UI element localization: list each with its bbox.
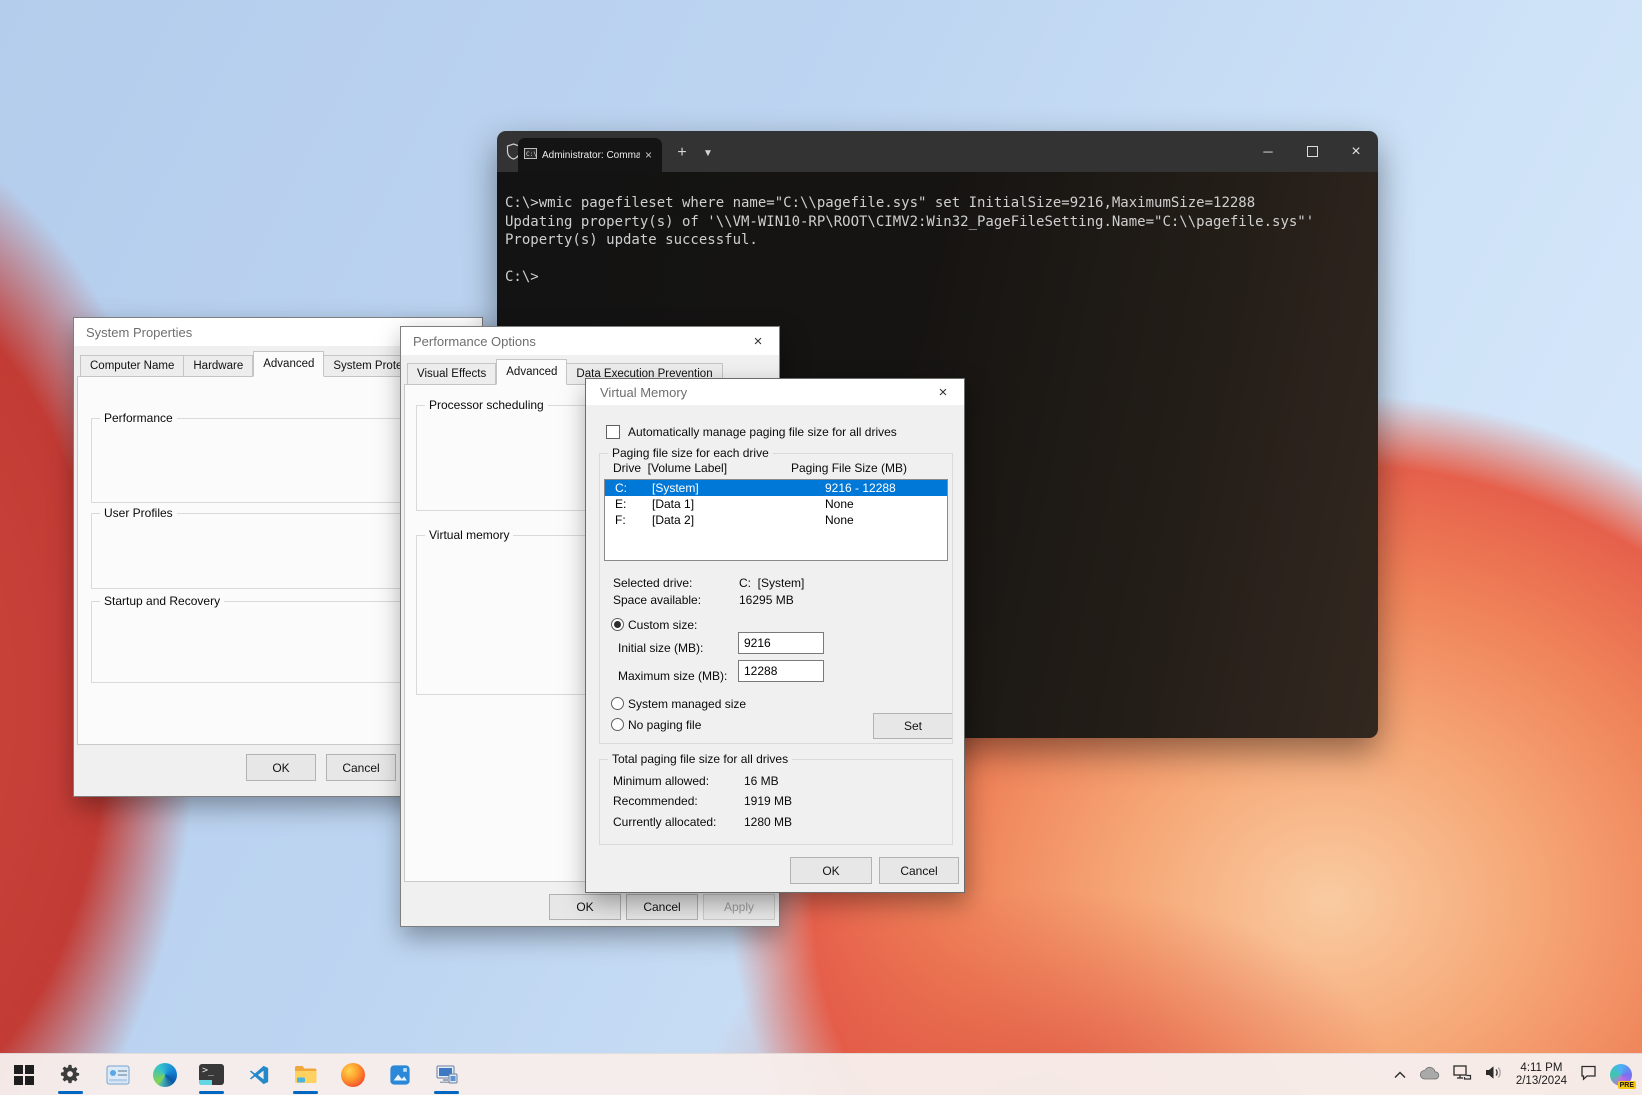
- virtual-memory-ok-button[interactable]: OK: [790, 857, 872, 884]
- virtual-memory-title: Virtual Memory: [600, 385, 687, 400]
- photos-icon: [389, 1064, 411, 1086]
- edge-icon: [153, 1063, 177, 1087]
- processor-scheduling-label: Processor scheduling: [425, 398, 548, 412]
- performance-options-ok-button[interactable]: OK: [549, 894, 621, 920]
- active-indicator: [434, 1091, 459, 1094]
- po-virtual-memory-label: Virtual memory: [425, 528, 513, 542]
- performance-group-label: Performance: [100, 411, 177, 425]
- computer-icon: [435, 1064, 459, 1086]
- svg-text:C:\: C:\: [526, 151, 537, 158]
- performance-options-close-icon[interactable]: ×: [743, 330, 773, 352]
- system-properties-cancel-button[interactable]: Cancel: [326, 754, 396, 781]
- tab-close-icon[interactable]: ×: [645, 149, 652, 161]
- virtual-memory-close-icon[interactable]: ×: [928, 381, 958, 403]
- tray-date: 2/13/2024: [1516, 1075, 1567, 1088]
- paging-file-group: Paging file size for each drive: [599, 453, 953, 744]
- system-tray: 4:11 PM 2/13/2024 PRE: [1394, 1054, 1632, 1095]
- taskbar-app-window[interactable]: [94, 1054, 141, 1095]
- onedrive-cloud-icon[interactable]: [1419, 1066, 1440, 1085]
- terminal-line: Updating property(s) of '\\VM-WIN10-RP\R…: [505, 213, 1378, 232]
- gear-icon: [59, 1063, 82, 1086]
- tab-computer-name[interactable]: Computer Name: [80, 355, 184, 377]
- firefox-icon: [341, 1063, 365, 1087]
- paging-file-group-label: Paging file size for each drive: [608, 446, 773, 460]
- terminal-prompt: C:\>: [505, 268, 1378, 287]
- terminal-tab[interactable]: C:\ Administrator: Command Prompt ×: [518, 138, 662, 172]
- active-indicator: [58, 1091, 83, 1094]
- terminal-line: C:\>wmic pagefileset where name="C:\\pag…: [505, 194, 1378, 213]
- startup-recovery-group-label: Startup and Recovery: [100, 594, 224, 608]
- tab-advanced[interactable]: Advanced: [253, 351, 324, 377]
- taskbar-terminal[interactable]: >_: [188, 1054, 235, 1095]
- network-icon[interactable]: [1453, 1065, 1472, 1085]
- tab-hardware[interactable]: Hardware: [184, 355, 253, 377]
- minimize-button[interactable]: ─: [1246, 131, 1290, 172]
- active-indicator: [293, 1091, 318, 1094]
- terminal-line: [505, 250, 1378, 269]
- tab-visual-effects[interactable]: Visual Effects: [407, 363, 496, 385]
- terminal-window-controls: ─ ×: [1246, 131, 1378, 172]
- taskbar-icons: >_: [0, 1054, 470, 1095]
- auto-manage-label: Automatically manage paging file size fo…: [628, 425, 897, 439]
- new-tab-button[interactable]: +: [669, 140, 695, 166]
- desktop-screen: System Properties Computer Name Hardware…: [0, 0, 1642, 1095]
- app-window-icon: [106, 1065, 130, 1085]
- performance-options-cancel-button[interactable]: Cancel: [626, 894, 698, 920]
- taskbar-edge[interactable]: [141, 1054, 188, 1095]
- command-prompt-icon: >_: [199, 1064, 224, 1085]
- taskbar-photos[interactable]: [376, 1054, 423, 1095]
- windows-logo-icon: [14, 1065, 34, 1085]
- user-profiles-group-label: User Profiles: [100, 506, 177, 520]
- system-properties-title: System Properties: [86, 325, 192, 340]
- taskbar-vscode[interactable]: [235, 1054, 282, 1095]
- tray-clock[interactable]: 4:11 PM 2/13/2024: [1516, 1062, 1567, 1088]
- start-button[interactable]: [0, 1054, 47, 1095]
- tab-po-advanced[interactable]: Advanced: [496, 359, 567, 385]
- active-indicator: [199, 1091, 224, 1094]
- tray-chevron-up-icon[interactable]: [1394, 1066, 1406, 1084]
- total-paging-group-label: Total paging file size for all drives: [608, 752, 792, 766]
- terminal-tab-title: Administrator: Command Prompt: [542, 150, 640, 161]
- performance-options-title: Performance Options: [413, 334, 536, 349]
- folder-icon: [294, 1064, 318, 1085]
- total-paging-group: Total paging file size for all drives: [599, 759, 953, 845]
- auto-manage-checkbox[interactable]: [606, 425, 620, 439]
- vscode-icon: [248, 1064, 270, 1086]
- maximize-button[interactable]: [1290, 131, 1334, 172]
- taskbar: >_: [0, 1053, 1642, 1095]
- taskbar-file-explorer[interactable]: [282, 1054, 329, 1095]
- performance-options-apply-button[interactable]: Apply: [703, 894, 775, 920]
- taskbar-settings[interactable]: [47, 1054, 94, 1095]
- copilot-icon[interactable]: PRE: [1610, 1064, 1632, 1086]
- system-properties-ok-button[interactable]: OK: [246, 754, 316, 781]
- tray-time: 4:11 PM: [1516, 1062, 1567, 1075]
- tab-dropdown-icon[interactable]: ▼: [697, 140, 719, 166]
- close-button[interactable]: ×: [1334, 131, 1378, 172]
- virtual-memory-dialog: Virtual Memory × Automatically manage pa…: [585, 378, 965, 893]
- terminal-line: Property(s) update successful.: [505, 231, 1378, 250]
- taskbar-system[interactable]: [423, 1054, 470, 1095]
- notification-center-icon[interactable]: [1580, 1065, 1597, 1086]
- virtual-memory-cancel-button[interactable]: Cancel: [879, 857, 959, 884]
- copilot-pre-badge: PRE: [1618, 1081, 1636, 1089]
- taskbar-firefox[interactable]: [329, 1054, 376, 1095]
- cmd-tab-icon: C:\: [524, 146, 537, 164]
- volume-icon[interactable]: [1485, 1065, 1503, 1085]
